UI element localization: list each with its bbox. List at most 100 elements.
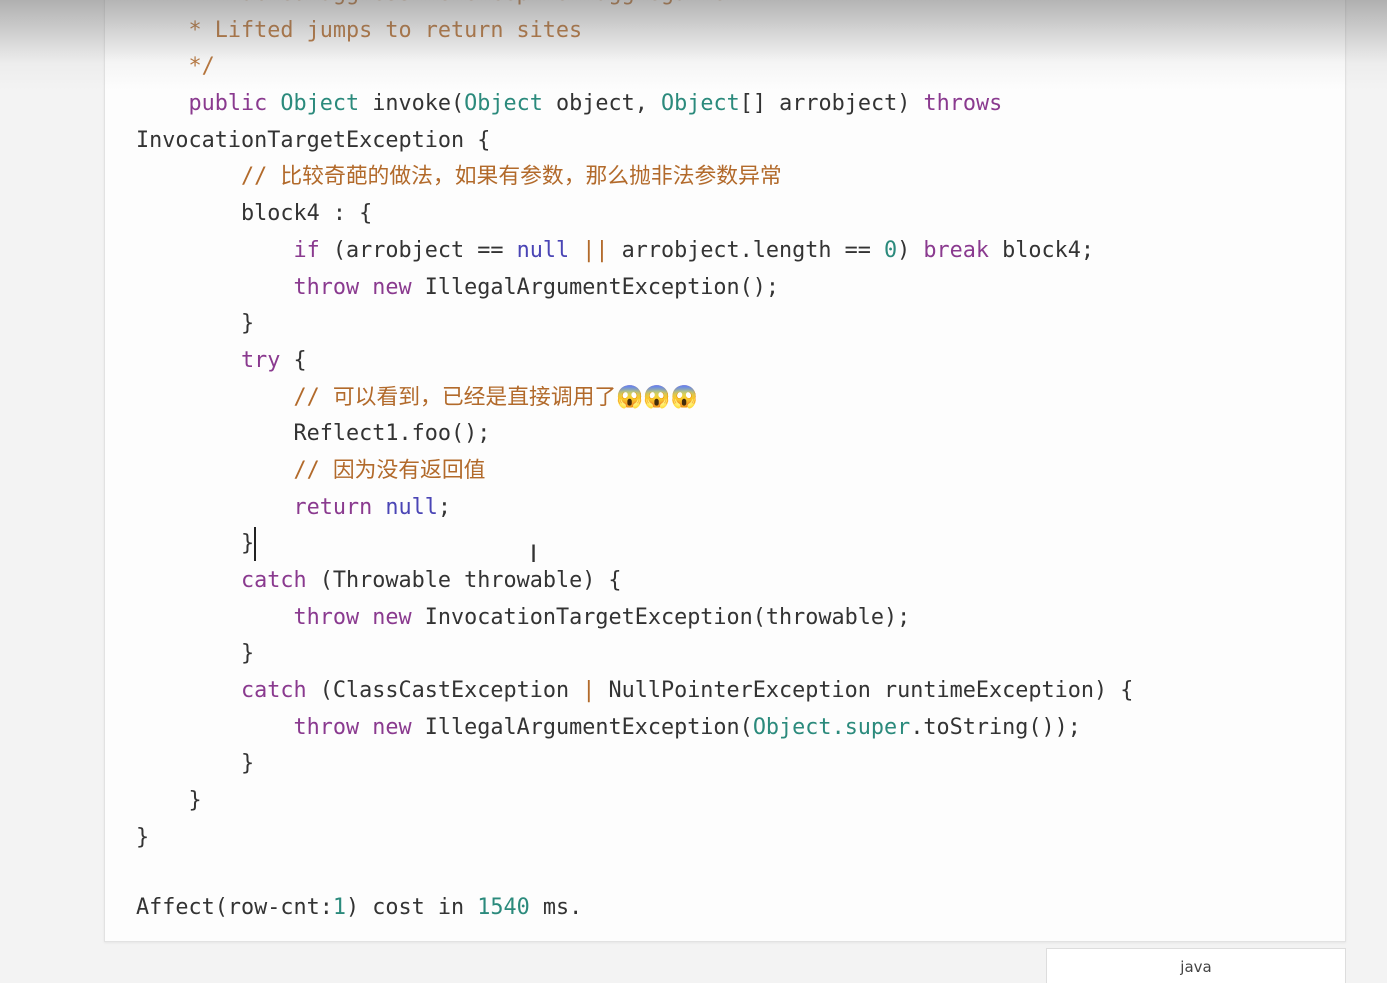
code-token: block4 : { [136, 201, 373, 227]
code-line: block4 : { [136, 196, 1133, 233]
code-line: * Enabled aggressive exception aggregati… [136, 0, 1133, 13]
code-token: * Enabled aggressive exception aggregati… [136, 0, 739, 6]
code-token: catch [240, 568, 307, 593]
status-prefix: Affect(row-cnt: [136, 895, 333, 920]
code-line: } [136, 783, 1133, 820]
code-line: throw new IllegalArgumentException(Objec… [136, 710, 1133, 747]
code-token: } [136, 311, 255, 337]
code-line: } [136, 636, 1133, 673]
code-token: new [372, 714, 412, 740]
code-token: } [136, 751, 255, 777]
code-token: } [136, 641, 255, 667]
status-middle: ) cost in [345, 895, 478, 920]
status-duration: 1540 [477, 895, 530, 920]
code-token: } [136, 824, 150, 850]
code-token: Object [752, 714, 832, 740]
code-token: catch [240, 678, 307, 704]
code-token: | [582, 678, 596, 704]
code-token: (ClassCastException [306, 678, 583, 704]
code-token: (Throwable throwable) { [306, 568, 622, 593]
code-token: (arrobject == [319, 237, 517, 263]
execution-status: Affect(row-cnt:1) cost in 1540 ms. [136, 890, 582, 927]
code-token: ) [897, 237, 924, 263]
code-token: || [582, 237, 609, 263]
code-token: if [293, 237, 320, 263]
code-token: // 因为没有返回值 [293, 457, 486, 483]
code-token: IllegalArgumentException(); [411, 274, 780, 300]
code-token: InvocationTargetException { [136, 127, 491, 153]
code-token: throw [293, 274, 360, 300]
code-line: // 比较奇葩的做法，如果有参数，那么抛非法参数异常 [136, 159, 1133, 196]
code-line: } [136, 746, 1133, 783]
code-token: new [372, 604, 412, 630]
code-token: Object [464, 91, 543, 117]
code-line: if (arrobject == null || arrobject.lengt… [136, 233, 1133, 270]
code-line: // 因为没有返回值 [136, 453, 1133, 490]
code-token: * Lifted jumps to return sites [136, 17, 583, 43]
code-token: .toString()); [910, 714, 1081, 740]
code-line: // 可以看到，已经是直接调用了😱😱😱 [136, 380, 1133, 417]
code-token: . [831, 714, 845, 740]
code-line: Reflect1.foo(); [136, 416, 1133, 453]
status-row-count: 1 [332, 895, 346, 920]
code-token: throw [293, 604, 360, 630]
code-token: null [385, 494, 438, 520]
code-line: catch (Throwable throwable) { [136, 563, 1133, 600]
code-line: } [136, 306, 1133, 343]
code-token: } [136, 788, 202, 814]
code-line: } [136, 820, 1133, 857]
status-suffix: ms. [529, 895, 583, 920]
code-token: { [280, 347, 307, 373]
code-line: try { [136, 343, 1133, 380]
code-token: [] arrobject) [739, 91, 924, 117]
code-token: object, [542, 91, 661, 117]
code-token: new [372, 274, 412, 300]
code-token: // 比较奇葩的做法，如果有参数，那么抛非法参数异常 [240, 164, 782, 190]
code-line: */ [136, 49, 1133, 86]
code-line: } [136, 526, 1133, 563]
code-block[interactable]: * Enabled aggressive exception aggregati… [136, 0, 1133, 857]
code-token: public [188, 91, 268, 117]
code-token: Object [280, 91, 360, 117]
code-token: try [240, 347, 281, 373]
code-token: break [923, 237, 990, 263]
code-token: throw [293, 714, 360, 740]
code-token: throws [923, 91, 1003, 117]
text-caret [254, 527, 257, 562]
code-token: NullPointerException runtimeException) { [595, 678, 1134, 704]
code-line: throw new InvocationTargetException(thro… [136, 600, 1133, 637]
code-token: */ [136, 54, 215, 80]
code-line: throw new IllegalArgumentException(); [136, 270, 1133, 307]
code-token: block4; [989, 237, 1095, 263]
code-token: Reflect1.foo(); [136, 421, 491, 447]
code-token: // 可以看到，已经是直接调用了😱😱😱 [293, 384, 698, 410]
code-token: InvocationTargetException(throwable); [411, 604, 911, 630]
code-token: null [516, 237, 570, 263]
code-token: ; [437, 494, 451, 520]
code-line: return null; [136, 490, 1133, 527]
code-token: invoke( [359, 91, 465, 117]
code-token: super [844, 714, 911, 740]
code-line: InvocationTargetException { [136, 123, 1133, 160]
text-cursor-icon: I [530, 540, 538, 568]
code-line: catch (ClassCastException | NullPointerE… [136, 673, 1133, 710]
code-token: arrobject.length == [608, 237, 885, 263]
